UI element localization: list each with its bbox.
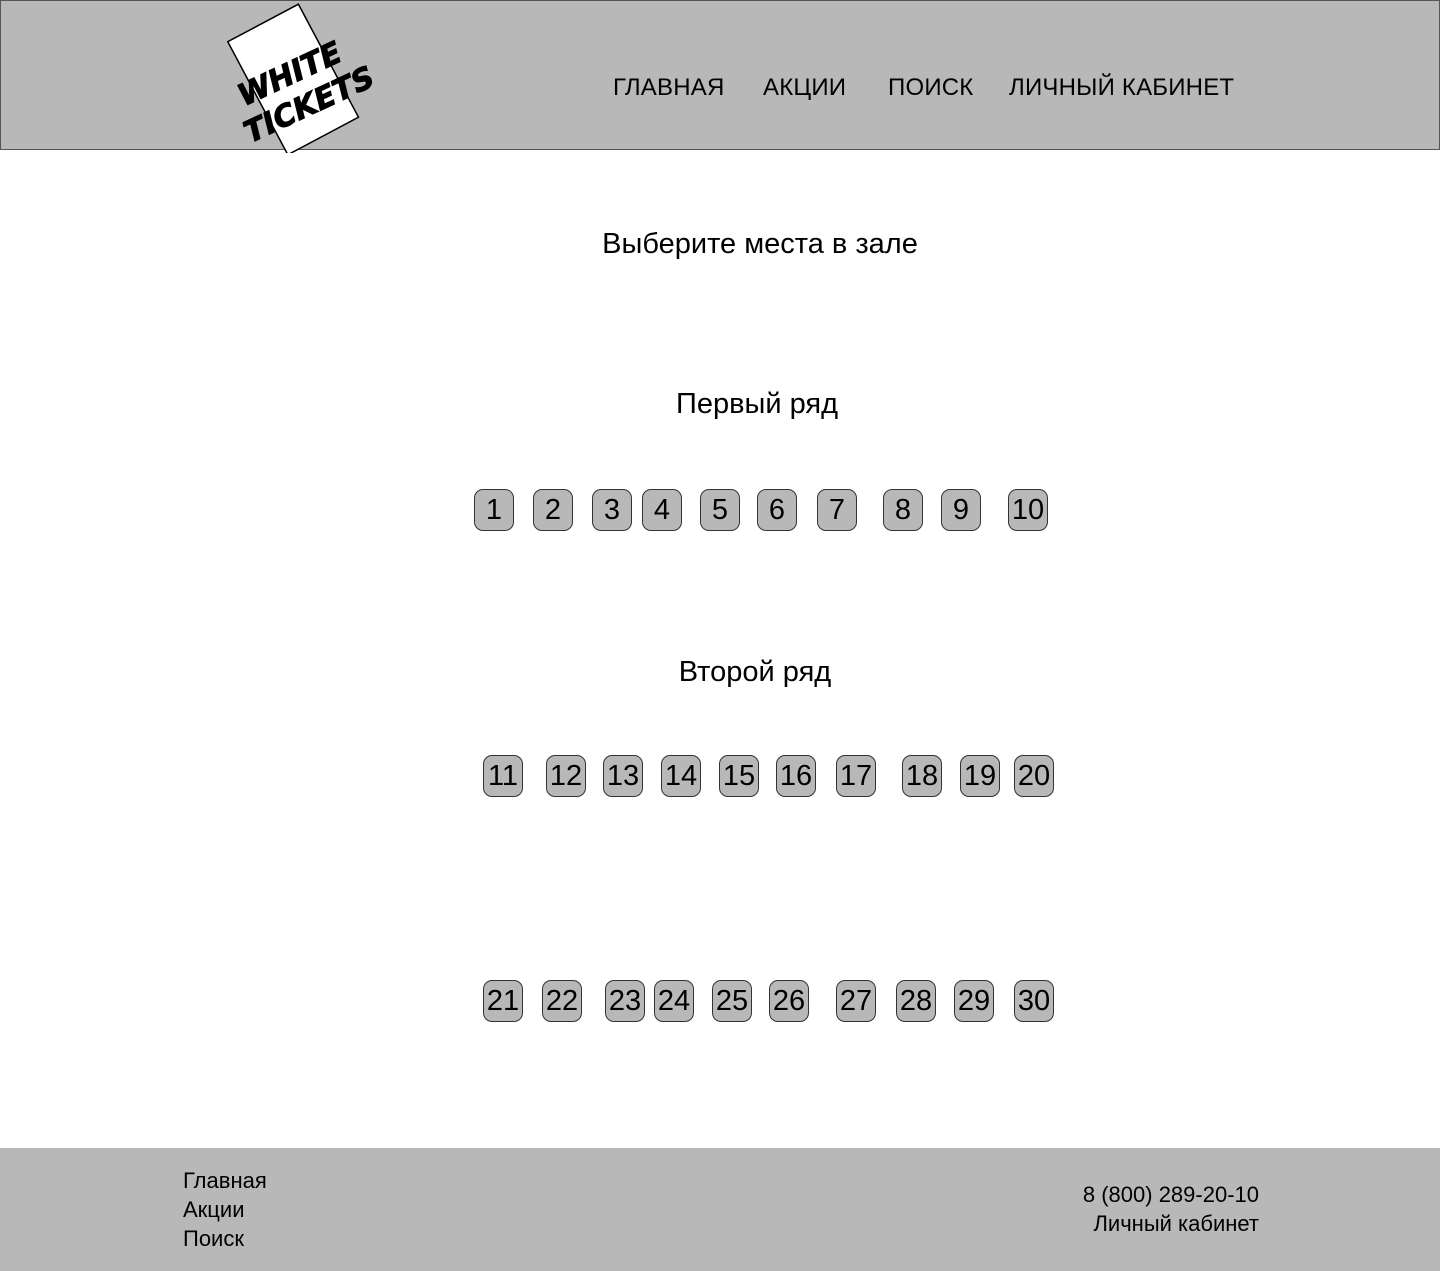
seat[interactable]: 26 bbox=[769, 980, 809, 1022]
seat[interactable]: 22 bbox=[542, 980, 582, 1022]
seat[interactable]: 9 bbox=[941, 489, 981, 531]
seat[interactable]: 15 bbox=[719, 755, 759, 797]
seat[interactable]: 5 bbox=[700, 489, 740, 531]
seat[interactable]: 8 bbox=[883, 489, 923, 531]
seat[interactable]: 4 bbox=[642, 489, 682, 531]
seat[interactable]: 24 bbox=[654, 980, 694, 1022]
footer-link-account[interactable]: Личный кабинет bbox=[1093, 1211, 1259, 1237]
row-title-first: Первый ряд bbox=[675, 388, 839, 420]
seat[interactable]: 7 bbox=[817, 489, 857, 531]
seat[interactable]: 20 bbox=[1014, 755, 1054, 797]
logo[interactable]: WHITE TICKETS bbox=[223, 3, 373, 153]
seat[interactable]: 23 bbox=[605, 980, 645, 1022]
seat[interactable]: 28 bbox=[896, 980, 936, 1022]
nav-home[interactable]: ГЛАВНАЯ bbox=[613, 74, 725, 102]
nav-promotions[interactable]: АКЦИИ bbox=[763, 74, 846, 102]
seat[interactable]: 18 bbox=[902, 755, 942, 797]
nav-account[interactable]: ЛИЧНЫЙ КАБИНЕТ bbox=[1009, 74, 1234, 102]
footer-link-promotions[interactable]: Акции bbox=[183, 1197, 244, 1223]
nav-search[interactable]: ПОИСК bbox=[888, 74, 973, 102]
seat[interactable]: 6 bbox=[757, 489, 797, 531]
row-title-second: Второй ряд bbox=[678, 656, 832, 688]
page-title: Выберите места в зале bbox=[602, 228, 918, 260]
seat[interactable]: 16 bbox=[776, 755, 816, 797]
seat[interactable]: 12 bbox=[546, 755, 586, 797]
seat[interactable]: 2 bbox=[533, 489, 573, 531]
footer: Главная Акции Поиск 8 (800) 289-20-10 Ли… bbox=[0, 1148, 1440, 1271]
seat[interactable]: 25 bbox=[712, 980, 752, 1022]
header: WHITE TICKETS ГЛАВНАЯ АКЦИИ ПОИСК ЛИЧНЫЙ… bbox=[0, 0, 1440, 153]
seat[interactable]: 21 bbox=[483, 980, 523, 1022]
footer-link-home[interactable]: Главная bbox=[183, 1168, 267, 1194]
footer-link-search[interactable]: Поиск bbox=[183, 1226, 244, 1252]
seat[interactable]: 27 bbox=[836, 980, 876, 1022]
seat[interactable]: 19 bbox=[960, 755, 1000, 797]
seat[interactable]: 14 bbox=[661, 755, 701, 797]
footer-phone[interactable]: 8 (800) 289-20-10 bbox=[1083, 1182, 1259, 1208]
seat[interactable]: 10 bbox=[1008, 489, 1048, 531]
seat[interactable]: 17 bbox=[836, 755, 876, 797]
seat[interactable]: 3 bbox=[592, 489, 632, 531]
seat[interactable]: 30 bbox=[1014, 980, 1054, 1022]
seat[interactable]: 1 bbox=[474, 489, 514, 531]
seat[interactable]: 29 bbox=[954, 980, 994, 1022]
seat[interactable]: 13 bbox=[603, 755, 643, 797]
seat[interactable]: 11 bbox=[483, 755, 523, 797]
